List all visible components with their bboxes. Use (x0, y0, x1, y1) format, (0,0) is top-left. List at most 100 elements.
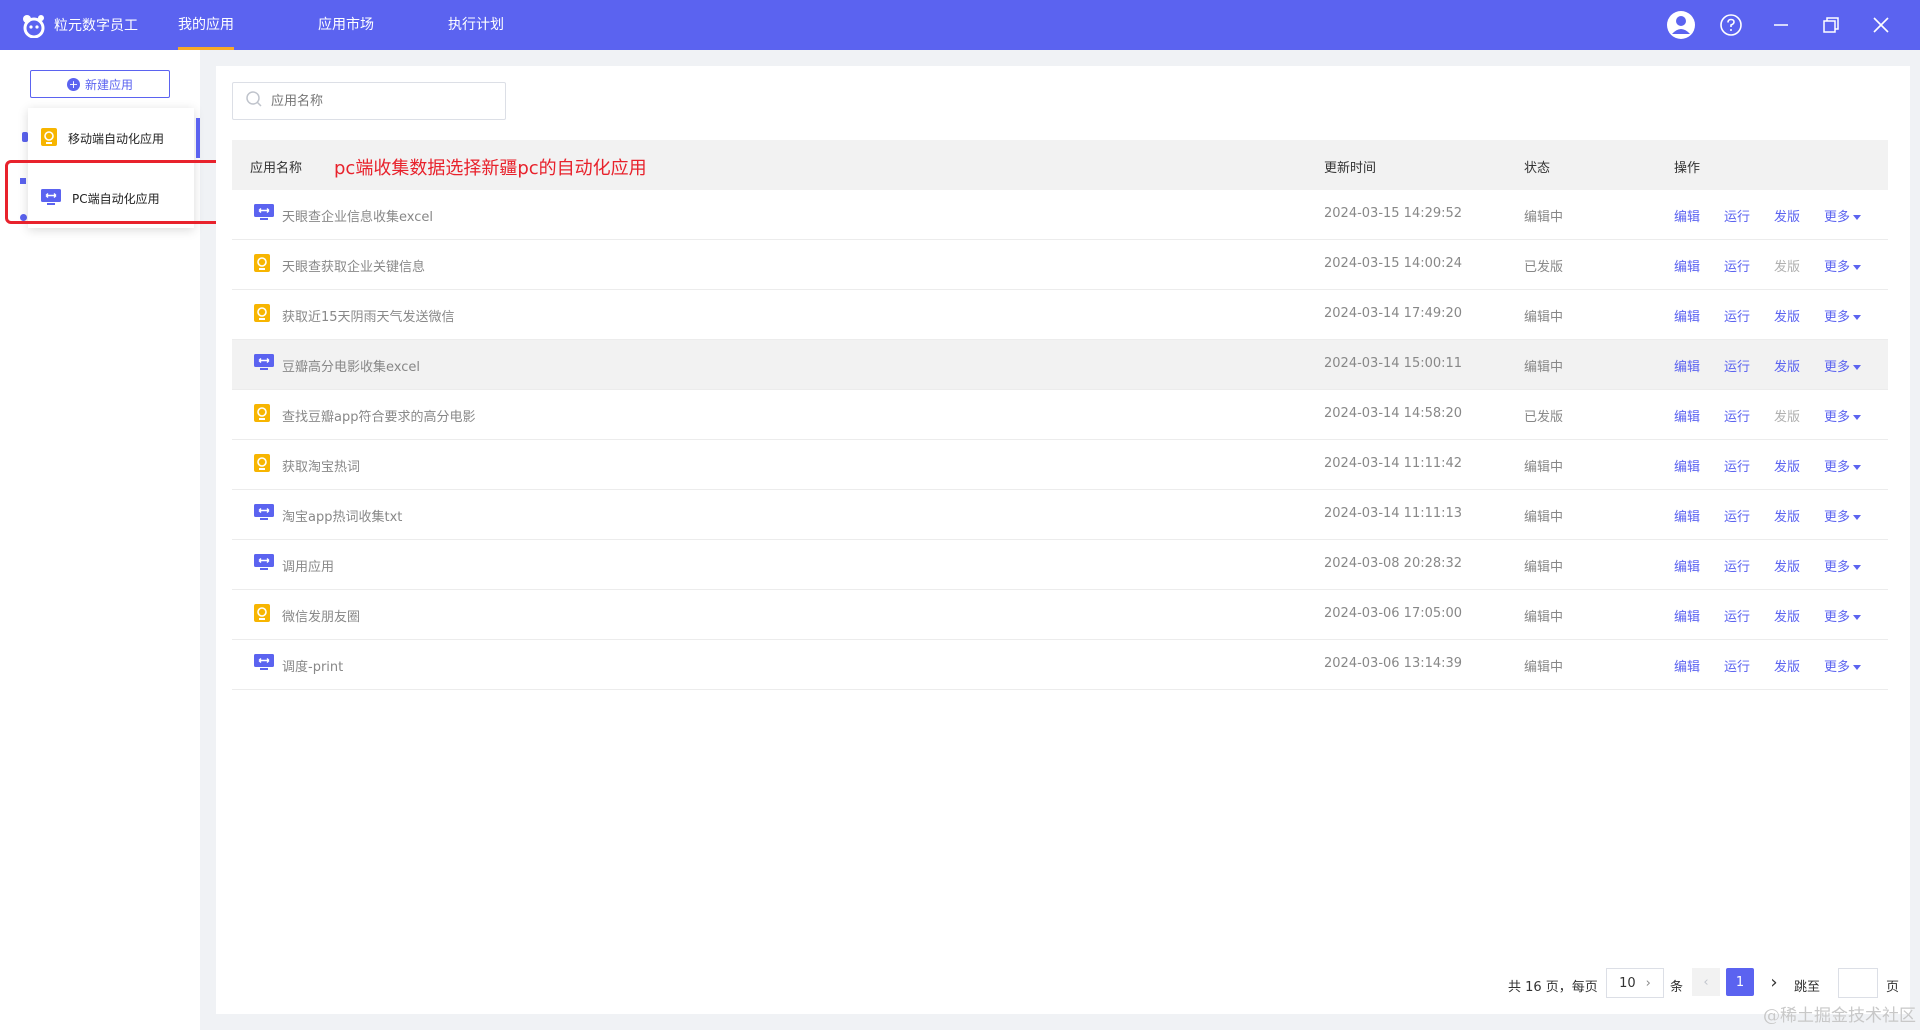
publish-link[interactable]: 发版 (1774, 306, 1800, 325)
edit-link[interactable]: 编辑 (1674, 656, 1700, 675)
updated-time-cell: 2024-03-08 20:28:32 (1324, 556, 1463, 571)
search-input[interactable] (269, 92, 493, 110)
help-icon[interactable] (1716, 10, 1746, 40)
run-link[interactable]: 运行 (1724, 256, 1750, 275)
more-dropdown[interactable]: 更多 (1824, 606, 1862, 625)
edit-link[interactable]: 编辑 (1674, 456, 1700, 475)
run-link[interactable]: 运行 (1724, 506, 1750, 525)
mobile-app-icon (253, 253, 271, 277)
more-label: 更多 (1824, 610, 1851, 625)
publish-link[interactable]: 发版 (1774, 656, 1800, 675)
run-link[interactable]: 运行 (1724, 556, 1750, 575)
more-dropdown[interactable]: 更多 (1824, 206, 1862, 225)
edit-link[interactable]: 编辑 (1674, 206, 1700, 225)
user-icon[interactable] (1666, 10, 1696, 40)
app-name-cell[interactable]: 天眼查企业信息收集excel (282, 206, 433, 225)
more-dropdown[interactable]: 更多 (1824, 506, 1862, 525)
publish-link[interactable]: 发版 (1774, 406, 1800, 425)
publish-link[interactable]: 发版 (1774, 356, 1800, 375)
tab-app-market[interactable]: 应用市场 (318, 0, 374, 50)
table-row[interactable]: 查找豆瓣app符合要求的高分电影 2024-03-14 14:58:20 已发版 编辑… (232, 390, 1888, 440)
minimize-icon[interactable] (1766, 10, 1796, 40)
publish-link[interactable]: 发版 (1774, 206, 1800, 225)
header-name: 应用名称 (250, 161, 303, 176)
publish-link[interactable]: 发版 (1774, 456, 1800, 475)
tab-my-apps[interactable]: 我的应用 (178, 0, 234, 50)
publish-link[interactable]: 发版 (1774, 556, 1800, 575)
app-name-cell[interactable]: 调度-print (282, 656, 343, 675)
page-number: 1 (1735, 974, 1745, 990)
header-updated: 更新时间 (1324, 161, 1377, 176)
edit-link[interactable]: 编辑 (1674, 506, 1700, 525)
menu-item-mobile-app[interactable]: 移动端自动化应用 (28, 108, 194, 168)
status-cell: 编辑中 (1524, 560, 1564, 575)
publish-link[interactable]: 发版 (1774, 506, 1800, 525)
table-row[interactable]: 调度-print 2024-03-06 13:14:39 编辑中 编辑 运行 发版 更多 (232, 640, 1888, 690)
edit-link[interactable]: 编辑 (1674, 406, 1700, 425)
table-row[interactable]: 淘宝app热词收集txt 2024-03-14 11:11:13 编辑中 编辑 运行 发版… (232, 490, 1888, 540)
app-name-cell[interactable]: 查找豆瓣app符合要求的高分电影 (282, 406, 475, 425)
search-box[interactable] (232, 82, 506, 120)
more-dropdown[interactable]: 更多 (1824, 306, 1862, 325)
updated-time-cell: 2024-03-15 14:00:24 (1324, 256, 1463, 271)
more-dropdown[interactable]: 更多 (1824, 456, 1862, 475)
tab-execution-plan[interactable]: 执行计划 (448, 0, 504, 50)
new-app-button[interactable]: + 新建应用 (30, 70, 170, 98)
page-size-select[interactable]: 10 › (1606, 968, 1664, 998)
more-dropdown[interactable]: 更多 (1824, 256, 1862, 275)
caret-down-icon (1853, 215, 1862, 220)
pc-app-icon (253, 203, 275, 225)
status-cell: 编辑中 (1524, 210, 1564, 225)
more-label: 更多 (1824, 560, 1851, 575)
app-name-cell[interactable]: 微信发朋友圈 (282, 606, 360, 625)
header-actions: 操作 (1674, 161, 1701, 176)
edit-link[interactable]: 编辑 (1674, 256, 1700, 275)
restore-icon[interactable] (1816, 10, 1846, 40)
app-name-cell[interactable]: 淘宝app热词收集txt (282, 506, 402, 525)
edit-link[interactable]: 编辑 (1674, 556, 1700, 575)
table-row[interactable]: 天眼查获取企业关键信息 2024-03-15 14:00:24 已发版 编辑 运行 发版 更… (232, 240, 1888, 290)
table-row[interactable]: 获取淘宝热词 2024-03-14 11:11:42 编辑中 编辑 运行 发版 更多 (232, 440, 1888, 490)
status-cell: 编辑中 (1524, 310, 1564, 325)
pc-app-icon (253, 653, 275, 675)
run-link[interactable]: 运行 (1724, 356, 1750, 375)
publish-link[interactable]: 发版 (1774, 606, 1800, 625)
edit-link[interactable]: 编辑 (1674, 356, 1700, 375)
publish-link[interactable]: 发版 (1774, 256, 1800, 275)
more-label: 更多 (1824, 310, 1851, 325)
app-name-cell[interactable]: 调用应用 (282, 556, 334, 575)
prev-page-button[interactable]: ‹ (1692, 968, 1720, 996)
app-name-cell[interactable]: 豆瓣高分电影收集excel (282, 356, 420, 375)
run-link[interactable]: 运行 (1724, 406, 1750, 425)
main-panel: 应用名称 pc端收集数据选择新疆pc的自动化应用 更新时间 状态 操作 天眼查企… (216, 66, 1910, 1014)
updated-time-cell: 2024-03-14 14:58:20 (1324, 406, 1463, 421)
header-status: 状态 (1524, 161, 1551, 176)
run-link[interactable]: 运行 (1724, 606, 1750, 625)
updated-time-cell: 2024-03-06 13:14:39 (1324, 656, 1463, 671)
app-name-cell[interactable]: 获取近15天阴雨天气发送微信 (282, 306, 455, 325)
watermark: @稀土掘金技术社区 (1763, 1006, 1916, 1026)
table-row[interactable]: 天眼查企业信息收集excel 2024-03-15 14:29:52 编辑中 编辑 运行… (232, 190, 1888, 240)
app-name-cell[interactable]: 获取淘宝热词 (282, 456, 360, 475)
table-row[interactable]: 调用应用 2024-03-08 20:28:32 编辑中 编辑 运行 发版 更多 (232, 540, 1888, 590)
table-row[interactable]: 豆瓣高分电影收集excel 2024-03-14 15:00:11 编辑中 编辑 运行 发… (232, 340, 1888, 390)
more-dropdown[interactable]: 更多 (1824, 356, 1862, 375)
run-link[interactable]: 运行 (1724, 656, 1750, 675)
page-1-button[interactable]: 1 (1726, 968, 1754, 996)
close-icon[interactable] (1866, 10, 1896, 40)
brand: 粒元数字员工 (20, 12, 138, 39)
table-row[interactable]: 获取近15天阴雨天气发送微信 2024-03-14 17:49:20 编辑中 编辑 运行… (232, 290, 1888, 340)
more-dropdown[interactable]: 更多 (1824, 406, 1862, 425)
run-link[interactable]: 运行 (1724, 206, 1750, 225)
run-link[interactable]: 运行 (1724, 306, 1750, 325)
more-dropdown[interactable]: 更多 (1824, 556, 1862, 575)
status-cell: 已发版 (1524, 260, 1564, 275)
edit-link[interactable]: 编辑 (1674, 606, 1700, 625)
table-row[interactable]: 微信发朋友圈 2024-03-06 17:05:00 编辑中 编辑 运行 发版 更多 (232, 590, 1888, 640)
next-page-button[interactable]: › (1760, 968, 1788, 996)
app-name-cell[interactable]: 天眼查获取企业关键信息 (282, 256, 425, 275)
run-link[interactable]: 运行 (1724, 456, 1750, 475)
edit-link[interactable]: 编辑 (1674, 306, 1700, 325)
more-dropdown[interactable]: 更多 (1824, 656, 1862, 675)
jump-page-input[interactable] (1838, 968, 1878, 998)
